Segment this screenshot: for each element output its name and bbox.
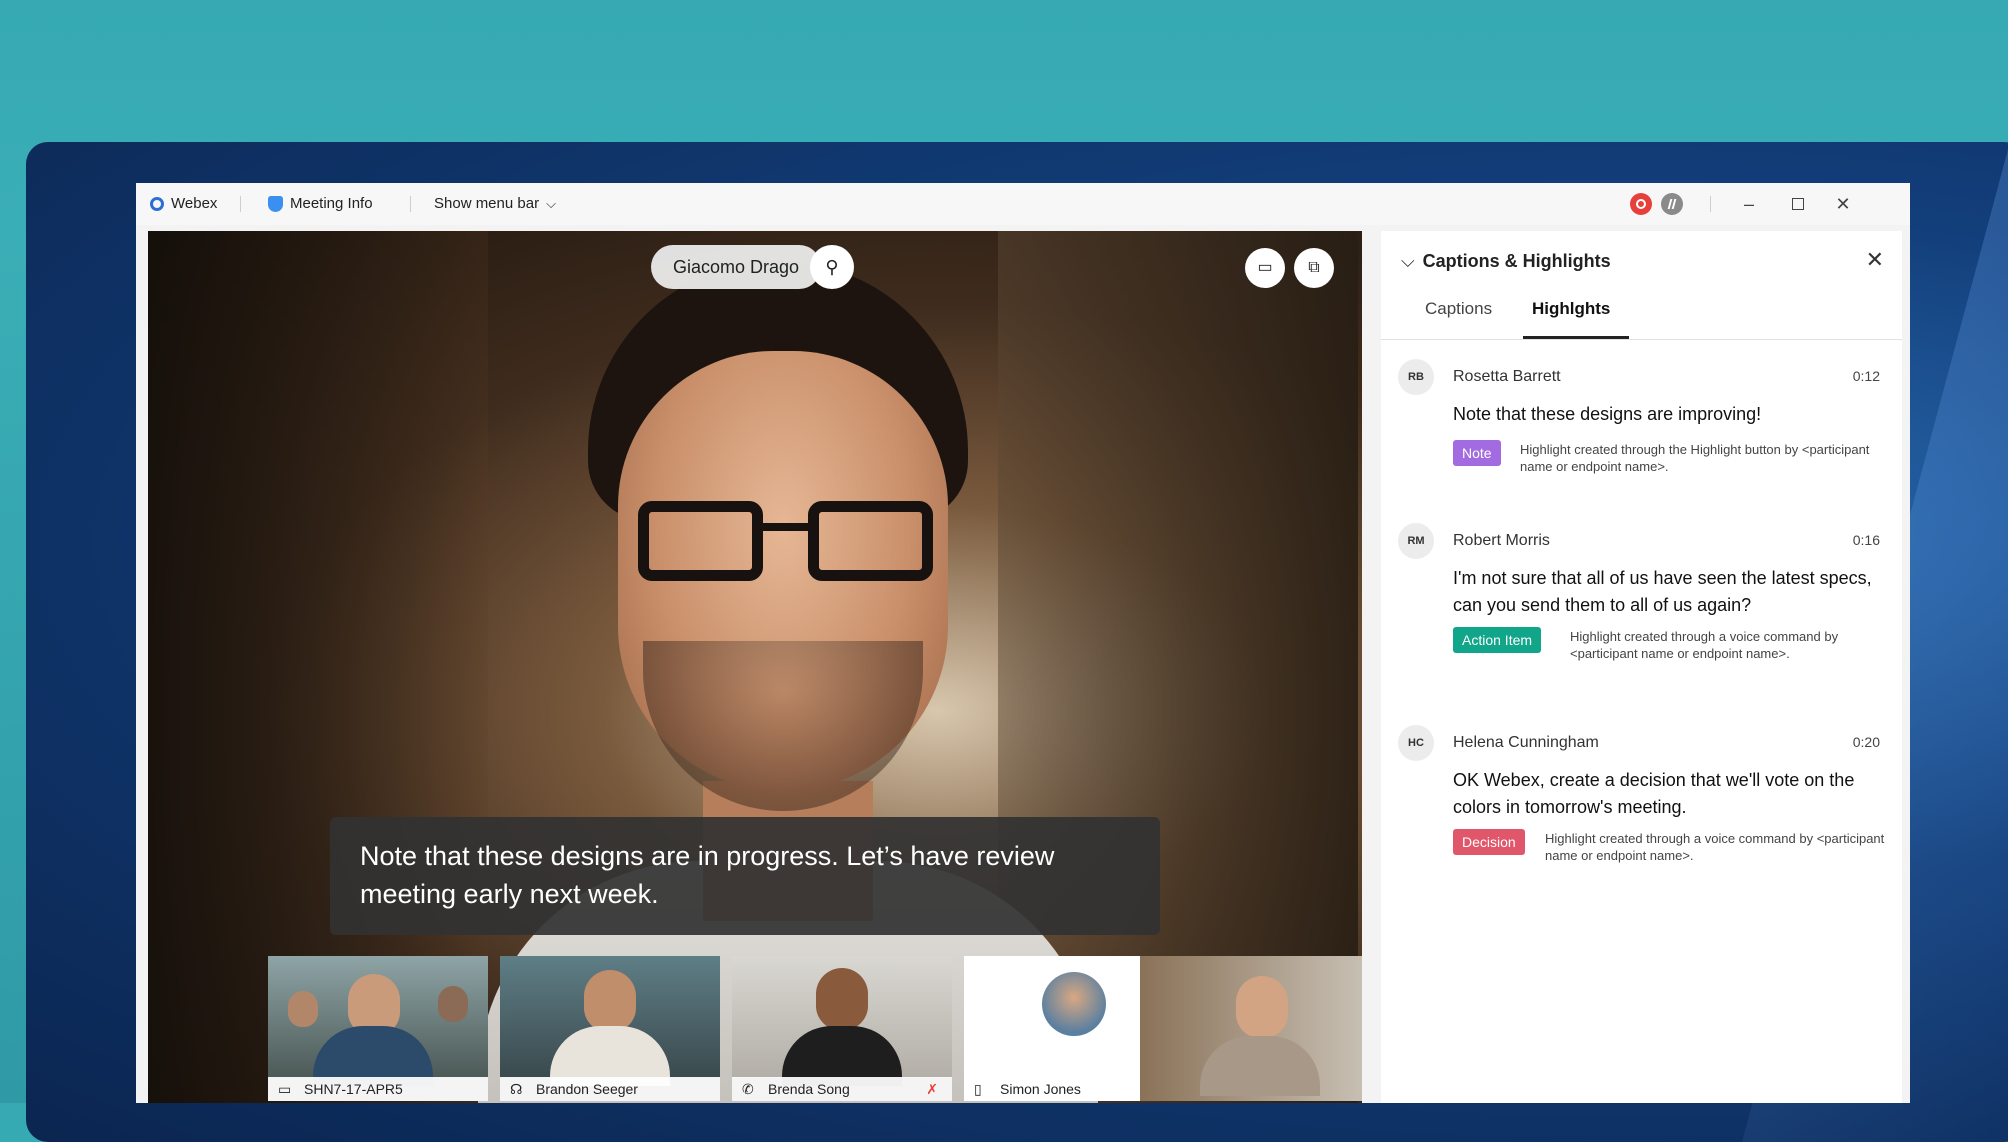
shield-icon bbox=[268, 195, 283, 212]
show-menu-bar-label: Show menu bar bbox=[434, 195, 540, 212]
highlight-description: Highlight created through a voice comman… bbox=[1545, 831, 1885, 863]
participant-tile[interactable]: ▭ SHN7-17-APR5 bbox=[268, 956, 488, 1101]
participant-video bbox=[1140, 956, 1362, 1101]
participant-strip: ▭ SHN7-17-APR5 ☊ Brandon Seeger ✆ Brenda… bbox=[268, 956, 1362, 1101]
recording-icon[interactable] bbox=[1630, 193, 1652, 215]
panel-title: Captions & Highlights bbox=[1422, 251, 1611, 271]
webex-window: Webex Meeting Info Show menu bar ⌵ – ✕ G… bbox=[136, 183, 1910, 1103]
timestamp: 0:16 bbox=[1852, 532, 1880, 548]
webex-logo-icon bbox=[150, 196, 164, 211]
room-video bbox=[268, 956, 488, 1086]
participant-video bbox=[732, 956, 952, 1086]
participant-tile[interactable]: ☊ Brandon Seeger bbox=[500, 956, 720, 1101]
speaker-name: Helena Cunningham bbox=[1453, 734, 1599, 751]
highlight-text: Note that these designs are improving! bbox=[1453, 404, 1762, 424]
highlight-text: I'm not sure that all of us have seen th… bbox=[1453, 568, 1872, 615]
divider bbox=[1381, 339, 1902, 340]
action-item-tag: Action Item bbox=[1453, 627, 1542, 653]
participant-label: ☊ Brandon Seeger bbox=[500, 1077, 720, 1101]
speaker-name: Rosetta Barrett bbox=[1453, 368, 1561, 385]
layout-icon[interactable]: ▭ bbox=[1245, 248, 1285, 288]
participant-label: ✆ Brenda Song ✗ bbox=[732, 1077, 952, 1101]
phone-icon: ✆ bbox=[742, 1081, 754, 1097]
live-caption: Note that these designs are in progress.… bbox=[330, 817, 1160, 935]
meeting-info-button[interactable]: Meeting Info bbox=[268, 195, 373, 212]
pin-icon[interactable]: ⚲ bbox=[810, 245, 854, 289]
chevron-down-icon: ⌵ bbox=[1401, 251, 1415, 271]
timestamp: 0:12 bbox=[1852, 368, 1880, 384]
mobile-icon: ▯ bbox=[974, 1081, 982, 1097]
note-tag: Note bbox=[1453, 440, 1501, 466]
chevron-down-icon: ⌵ bbox=[546, 195, 556, 211]
show-menu-bar-button[interactable]: Show menu bar ⌵ bbox=[434, 195, 556, 212]
title-bar: Webex Meeting Info Show menu bar ⌵ – ✕ bbox=[136, 183, 1910, 225]
highlight-text: OK Webex, create a decision that we'll v… bbox=[1453, 770, 1855, 817]
minimize-button[interactable]: – bbox=[1736, 191, 1762, 217]
speaker-name: Robert Morris bbox=[1453, 532, 1550, 549]
avatar: HC bbox=[1398, 725, 1434, 761]
captions-highlights-panel: ⌵ Captions & Highlights ✕ Captions Highlg… bbox=[1381, 231, 1902, 1103]
panel-header[interactable]: ⌵ Captions & Highlights bbox=[1401, 251, 1611, 272]
highlight-description: Highlight created through a voice comman… bbox=[1570, 629, 1839, 661]
active-speaker-name: Giacomo Drago bbox=[651, 245, 822, 289]
close-window-button[interactable]: ✕ bbox=[1830, 191, 1856, 217]
app-name: Webex bbox=[171, 195, 218, 212]
divider bbox=[240, 196, 241, 212]
headset-icon: ☊ bbox=[510, 1081, 523, 1097]
main-video: Giacomo Drago ⚲ ▭ ⧉ Note that these desi… bbox=[148, 231, 1362, 1103]
highlight-description: Highlight created through the Highlight … bbox=[1520, 442, 1870, 474]
maximize-button[interactable] bbox=[1785, 191, 1811, 217]
decision-tag: Decision bbox=[1453, 829, 1525, 855]
participant-tile[interactable] bbox=[1140, 956, 1362, 1101]
close-panel-button[interactable]: ✕ bbox=[1866, 247, 1884, 273]
timestamp: 0:20 bbox=[1852, 734, 1880, 750]
webex-app-label[interactable]: Webex bbox=[150, 195, 217, 212]
meeting-info-label: Meeting Info bbox=[290, 195, 373, 212]
tab-highlights[interactable]: Highlghts bbox=[1532, 299, 1610, 319]
participant-video bbox=[500, 956, 720, 1086]
popout-icon[interactable]: ⧉ bbox=[1294, 248, 1334, 288]
avatar bbox=[1042, 972, 1106, 1036]
muted-icon: ✗ bbox=[926, 1081, 938, 1097]
tv-icon: ▭ bbox=[278, 1081, 292, 1097]
pause-icon[interactable] bbox=[1661, 193, 1683, 215]
divider bbox=[1710, 196, 1711, 212]
tab-captions[interactable]: Captions bbox=[1425, 299, 1492, 319]
avatar: RM bbox=[1398, 523, 1434, 559]
divider bbox=[410, 196, 411, 212]
participant-tile[interactable]: ✆ Brenda Song ✗ bbox=[732, 956, 952, 1101]
avatar: RB bbox=[1398, 359, 1434, 395]
participant-label: ▭ SHN7-17-APR5 bbox=[268, 1077, 488, 1101]
